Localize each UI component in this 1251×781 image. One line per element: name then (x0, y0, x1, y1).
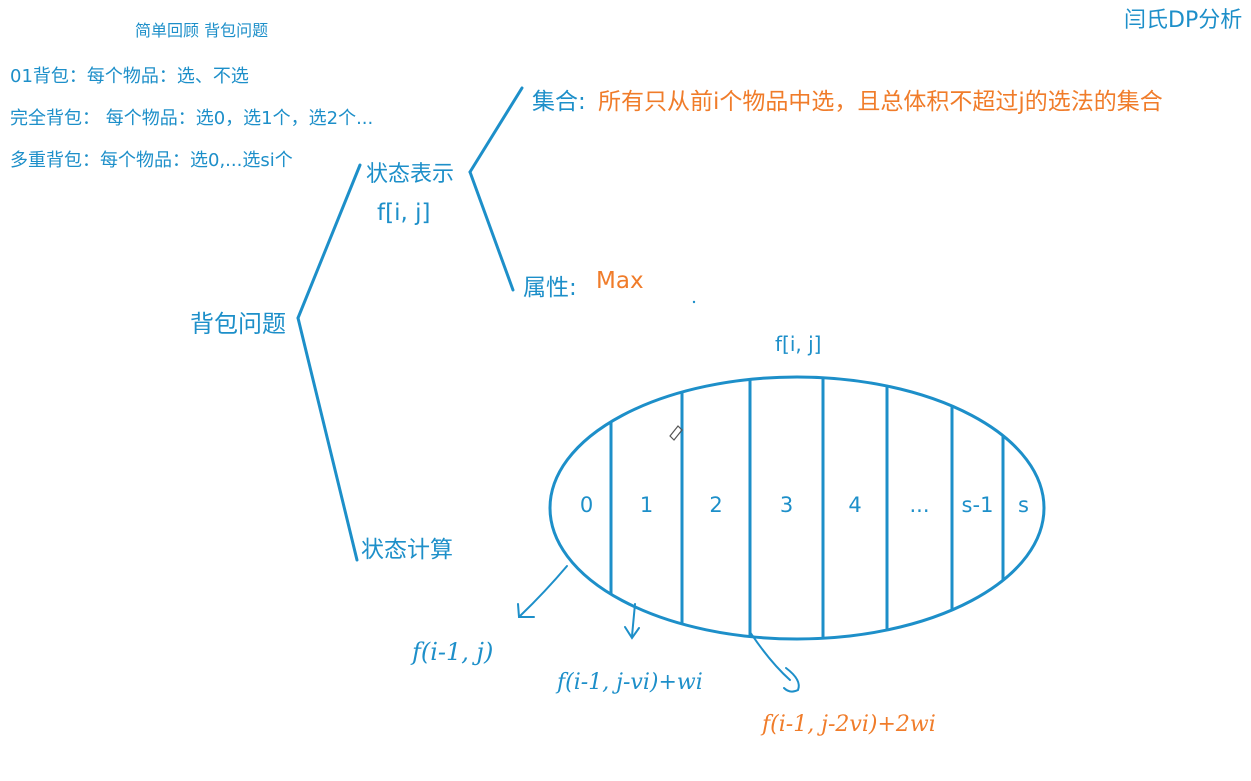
partition-cell-label: s (1018, 493, 1029, 517)
root-brace-upper (296, 163, 362, 320)
arrow-take-two-head (783, 667, 800, 693)
partition-cell-label: 0 (580, 493, 593, 517)
arrow-skip-shaft (519, 565, 568, 617)
partition-cell-label: 2 (709, 493, 722, 517)
repr-brace-upper (468, 86, 524, 174)
pencil-cursor-icon (669, 425, 683, 441)
partition-cell-label: 3 (780, 493, 793, 517)
repr-brace-lower (468, 170, 515, 292)
partition-cell-label: ... (909, 493, 929, 517)
partition-cell-label: 4 (848, 493, 861, 517)
root-brace-lower (296, 316, 359, 562)
diagram-canvas: 0 1 2 3 4... s-1 s (296, 86, 1046, 693)
stray-dot (692, 300, 696, 304)
partition-cell-label: 1 (640, 493, 653, 517)
arrow-take-one-shaft (631, 603, 636, 637)
partition-cell-label: s-1 (962, 493, 994, 517)
